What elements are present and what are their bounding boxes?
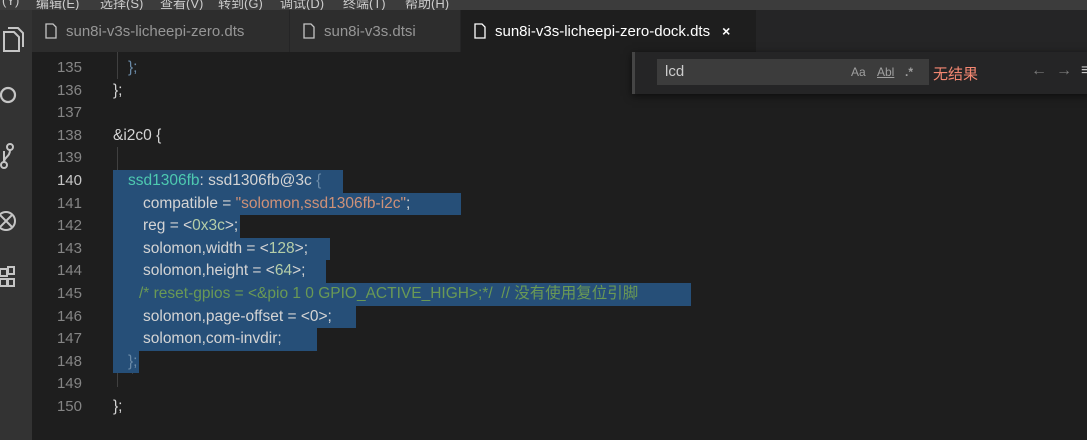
menu-item-help[interactable]: 帮助(H) [405, 0, 449, 10]
tab-label: sun8i-v3s-licheepi-zero.dts [66, 22, 245, 40]
previous-match-button[interactable]: ← [1031, 62, 1047, 80]
find-query: lcd [665, 63, 685, 80]
tab-licheepi-zero-dock[interactable]: sun8i-v3s-licheepi-zero-dock.dts × [461, 10, 757, 52]
menu-item-terminal[interactable]: 终端(T) [343, 0, 386, 10]
code-area[interactable]: }; }; &i2c0 { ssd1306fb: ssd1306fb@3c { … [113, 52, 1083, 440]
line-number: 148 [56, 352, 82, 370]
line-number: 144 [56, 262, 82, 280]
line-number: 149 [56, 375, 82, 393]
line-number: 150 [56, 398, 82, 415]
menu-item-view[interactable]: (Y) [2, 0, 19, 8]
files-icon[interactable] [0, 26, 32, 56]
whole-word-toggle[interactable]: Abl [877, 65, 894, 79]
menu-bar: (Y) 编辑(E) 选择(S) 查看(V) 转到(G) 调试(D) 终端(T) … [0, 0, 1087, 10]
line-number: 141 [56, 194, 82, 212]
line-number: 137 [56, 104, 82, 122]
line-number: 143 [56, 239, 82, 257]
code-line-135: }; [128, 59, 138, 76]
find-status: 无结果 [933, 66, 979, 83]
line-number: 147 [56, 330, 82, 348]
code-line-142: reg = <0x3c>; [143, 217, 239, 235]
code-line-146: solomon,page-offset = <0>; [143, 307, 332, 325]
regex-toggle[interactable]: .* [905, 65, 913, 79]
menu-item-view2[interactable]: 查看(V) [160, 0, 203, 10]
indent-guide [117, 52, 118, 79]
activity-bar [0, 10, 32, 440]
line-number: 135 [56, 59, 82, 76]
menu-item-debug[interactable]: 调试(D) [280, 0, 324, 10]
find-widget: lcd Aa Abl .* 无结果 ← → ≡ [632, 52, 1087, 94]
code-line-136: }; [113, 81, 123, 99]
source-control-icon[interactable] [0, 141, 32, 171]
file-icon [474, 23, 486, 39]
file-icon [45, 23, 57, 39]
line-number: 146 [56, 307, 82, 325]
tab-licheepi-zero[interactable]: sun8i-v3s-licheepi-zero.dts [32, 10, 290, 52]
code-editor[interactable]: 135 136 137 138 139 140 141 142 143 144 … [32, 52, 1087, 440]
tab-bar: sun8i-v3s-licheepi-zero.dts sun8i-v3s.dt… [32, 10, 1087, 52]
code-line-144: solomon,height = <64>; [143, 262, 306, 280]
tab-label: sun8i-v3s.dtsi [324, 22, 416, 40]
code-line-138: &i2c0 { [113, 126, 162, 144]
line-number: 138 [56, 126, 82, 144]
tab-label: sun8i-v3s-licheepi-zero-dock.dts [495, 22, 711, 40]
code-line-148: }; [128, 352, 138, 370]
menu-item-edit[interactable]: 编辑(E) [36, 0, 79, 10]
debug-icon[interactable] [0, 206, 32, 236]
code-line-147: solomon,com-invdir; [143, 330, 282, 348]
line-number: 142 [56, 217, 82, 235]
line-number: 136 [56, 81, 82, 99]
menu-item-go[interactable]: 转到(G) [218, 0, 263, 10]
current-line-number: 140 [56, 172, 82, 189]
code-line-141: compatible = "solomon,ssd1306fb-i2c"; [143, 194, 411, 212]
code-line-145: /* reset-gpios = <&pio 1 0 GPIO_ACTIVE_H… [139, 285, 639, 302]
line-number: 139 [56, 149, 82, 167]
line-number: 145 [56, 285, 82, 302]
find-menu-icon[interactable]: ≡ [1081, 62, 1087, 80]
tab-v3s-dtsi[interactable]: sun8i-v3s.dtsi [290, 10, 461, 52]
menu-item-selection[interactable]: 选择(S) [100, 0, 143, 10]
file-icon [303, 23, 315, 39]
next-match-button[interactable]: → [1056, 62, 1072, 80]
match-case-toggle[interactable]: Aa [851, 65, 866, 79]
line-number-gutter: 135 136 137 138 139 140 141 142 143 144 … [32, 52, 84, 440]
close-icon[interactable]: × [722, 23, 730, 39]
code-line-140: ssd1306fb: ssd1306fb@3c { [128, 172, 322, 189]
code-line-143: solomon,width = <128>; [143, 239, 309, 257]
find-input[interactable]: lcd Aa Abl .* [657, 59, 929, 85]
extensions-icon[interactable] [0, 265, 32, 295]
code-line-150: }; [113, 398, 123, 415]
search-icon[interactable] [0, 81, 32, 111]
